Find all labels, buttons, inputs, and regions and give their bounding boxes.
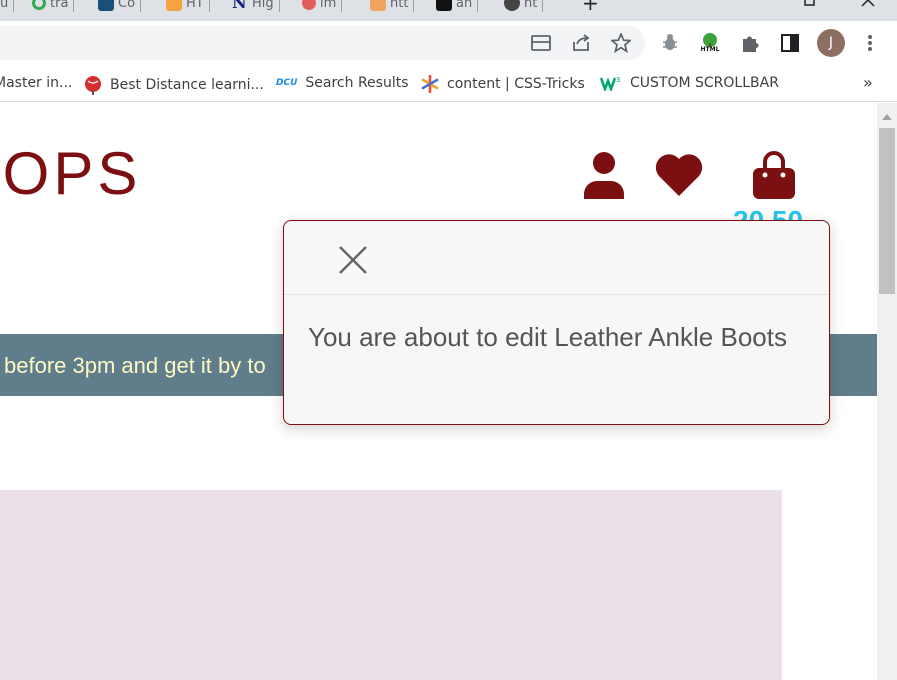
bookmark-label: Master in... (0, 75, 73, 91)
site-logo[interactable]: IOPS (0, 139, 141, 208)
tab-label: an (456, 0, 473, 11)
tab-favicon-icon (504, 0, 520, 11)
delivery-banner-text: before 3pm and get it by to (4, 353, 266, 378)
page-scrollbar[interactable] (877, 103, 897, 680)
html-extension-label: HTML (700, 46, 720, 53)
bookmark-item[interactable]: DCU Search Results (276, 75, 409, 91)
restore-window-icon[interactable] (803, 0, 817, 8)
bookmarks-bar: Master in... Best Distance learni... DCU… (0, 66, 897, 102)
tab-favicon-icon (98, 0, 114, 11)
tab-label: Hig (252, 0, 274, 11)
reader-mode-icon[interactable] (528, 30, 554, 56)
bookmark-label: Best Distance learni... (110, 77, 264, 93)
new-tab-button[interactable]: + (582, 0, 599, 15)
tab-separator (140, 0, 142, 12)
tab-separator (73, 0, 75, 12)
shopping-bag-icon[interactable] (752, 151, 796, 199)
tab-favicon-icon: N (232, 0, 247, 12)
tab-separator (278, 0, 280, 12)
tab-label: im (320, 0, 337, 11)
browser-menu-icon[interactable] (857, 30, 883, 56)
puzzle-extensions-icon[interactable] (737, 30, 763, 56)
bug-extension-icon[interactable] (657, 30, 683, 56)
bookmark-label: content | CSS-Tricks (447, 76, 585, 92)
bookmark-item[interactable]: Best Distance learni... (84, 75, 264, 95)
tab-favicon-icon (370, 0, 386, 11)
modal-close-button[interactable] (334, 241, 372, 279)
bookmark-label: Search Results (305, 75, 409, 91)
modal-header (284, 221, 829, 295)
browser-tab[interactable]: N Hig (232, 0, 280, 12)
edit-confirmation-modal: You are about to edit Leather Ankle Boot… (283, 220, 830, 425)
globe-icon (85, 76, 101, 95)
bookmark-item[interactable]: 3 CUSTOM SCROLLBAR (600, 75, 779, 91)
scroll-up-arrow-icon[interactable] (882, 114, 892, 120)
tab-label: ht (524, 0, 538, 11)
tab-separator (341, 0, 343, 12)
tab-separator (208, 0, 210, 12)
tab-label: htt (390, 0, 409, 11)
svg-text:3: 3 (616, 76, 620, 84)
browser-toolbar: HTML (0, 21, 897, 66)
tab-label: HT (186, 0, 204, 11)
more-bookmarks-chevron-icon[interactable]: » (863, 73, 873, 92)
browser-tab[interactable]: HT (166, 0, 210, 12)
browser-tab[interactable]: Co (98, 0, 142, 12)
tab-label: Co (118, 0, 136, 11)
bookmark-item[interactable]: Master in... (0, 75, 72, 91)
browser-tab[interactable]: im (302, 0, 343, 12)
tab-favicon-icon (166, 0, 182, 11)
tab-separator (13, 0, 15, 12)
bookmark-item[interactable]: content | CSS-Tricks (421, 75, 585, 93)
w3-icon: 3 (600, 76, 620, 91)
tab-label: u (0, 0, 9, 11)
browser-tab[interactable]: tra (32, 0, 75, 12)
tab-separator (477, 0, 479, 12)
tab-favicon-icon (436, 0, 452, 11)
heart-wishlist-icon[interactable] (655, 153, 703, 197)
html-tree-extension-icon[interactable]: HTML (697, 30, 723, 56)
browser-tab[interactable]: an (436, 0, 479, 12)
account-icon[interactable] (583, 151, 625, 199)
tab-favicon-icon (302, 0, 316, 10)
tab-separator (542, 0, 544, 12)
product-image-area (0, 490, 782, 680)
share-icon[interactable] (568, 30, 594, 56)
profile-avatar[interactable]: J (817, 29, 845, 57)
side-panel-icon[interactable] (777, 30, 803, 56)
avatar-letter: J (828, 35, 834, 51)
dcu-icon: DCU (276, 78, 298, 88)
browser-tab[interactable]: u (0, 0, 15, 12)
scrollbar-thumb[interactable] (879, 128, 895, 294)
browser-tab[interactable]: ht (504, 0, 544, 12)
close-icon (339, 246, 367, 274)
bookmark-label: CUSTOM SCROLLBAR (630, 75, 779, 91)
tab-label: tra (50, 0, 69, 11)
close-window-icon[interactable] (860, 0, 876, 8)
star-bookmark-icon[interactable] (608, 30, 634, 56)
tab-separator (413, 0, 415, 12)
tab-strip: u tra Co HT N Hig im htt an ht + (0, 0, 897, 21)
modal-message: You are about to edit Leather Ankle Boot… (308, 322, 787, 352)
plus-icon: + (582, 0, 599, 15)
asterisk-icon (421, 75, 439, 93)
google-favicon-icon (32, 0, 46, 10)
browser-tab[interactable]: htt (370, 0, 415, 12)
